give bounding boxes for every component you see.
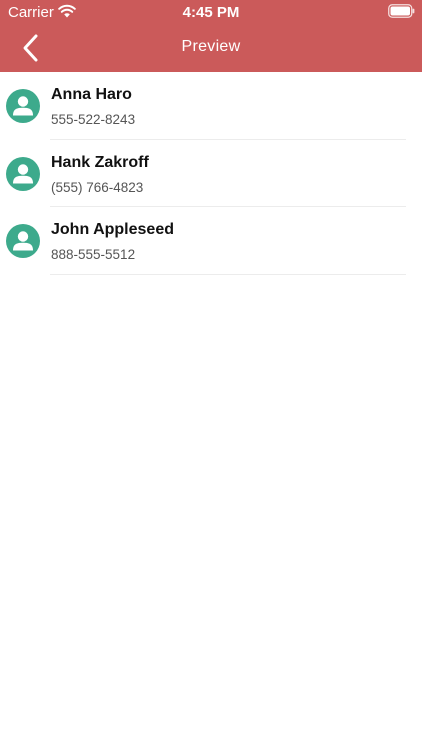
- list-item[interactable]: Anna Haro 555-522-8243: [0, 72, 422, 140]
- contact-phone: 888-555-5512: [51, 247, 136, 262]
- contact-list: Anna Haro 555-522-8243 Hank Zakroff (555…: [0, 72, 422, 275]
- status-time: 4:45 PM: [182, 4, 240, 21]
- list-item[interactable]: Hank Zakroff (555) 766-4823: [0, 140, 422, 207]
- divider: [50, 273, 406, 275]
- person-icon: [6, 156, 40, 191]
- header: Carrier 4:45 PM Preview: [0, 0, 422, 72]
- contact-name: Hank Zakroff: [51, 153, 149, 171]
- contact-name: John Appleseed: [51, 221, 174, 238]
- contact-phone: (555) 766-4823: [51, 179, 144, 195]
- battery-icon: [388, 4, 415, 18]
- person-icon: [6, 224, 40, 258]
- nav-bar: Preview: [0, 24, 422, 72]
- list-item[interactable]: John Appleseed 888-555-5512: [0, 207, 422, 275]
- person-icon: [6, 89, 40, 123]
- contact-name: Anna Haro: [51, 86, 132, 103]
- contact-phone: 555-522-8243: [51, 112, 136, 127]
- page-title: Preview: [181, 38, 241, 55]
- status-bar: Carrier 4:45 PM: [0, 0, 422, 24]
